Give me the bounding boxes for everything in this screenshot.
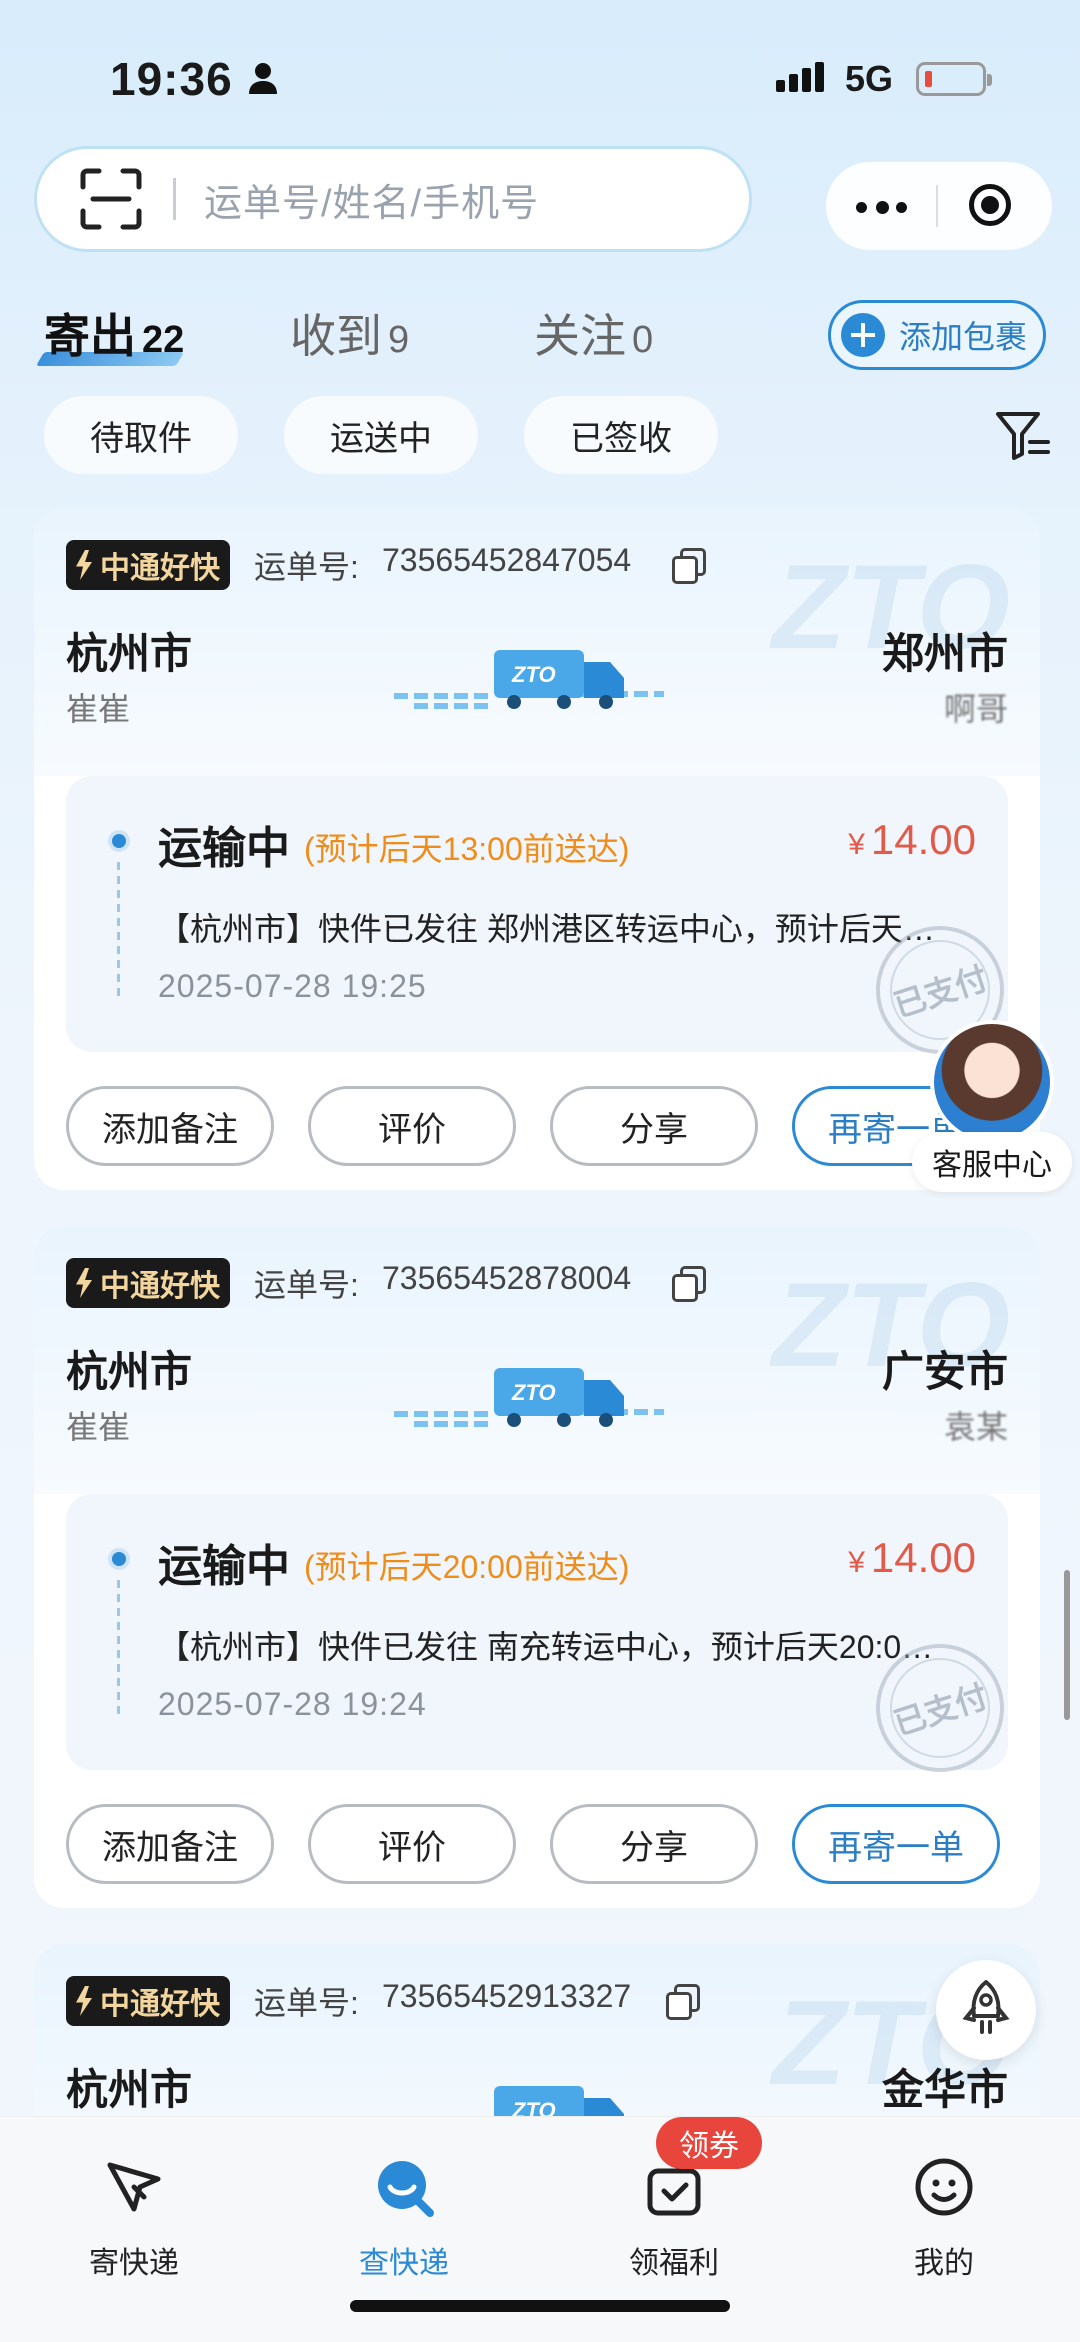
copy-icon[interactable] bbox=[672, 1266, 706, 1302]
share-button[interactable]: 分享 bbox=[550, 1804, 758, 1884]
coupon-badge[interactable]: 领券 bbox=[656, 2117, 762, 2169]
filter-delivered[interactable]: 已签收 bbox=[524, 396, 718, 474]
price: ¥14.00 bbox=[848, 816, 976, 863]
truck-icon: ZTO bbox=[394, 1368, 664, 1427]
send-icon bbox=[107, 2162, 161, 2212]
package-card[interactable]: ZTO 中通好快 运单号: 73565452878004 杭州市 崔崔 ZTO … bbox=[34, 1226, 1040, 1908]
search-package-icon bbox=[378, 2161, 434, 2217]
tab-received[interactable]: 收到 9 bbox=[290, 300, 409, 366]
lightning-icon bbox=[76, 1986, 92, 2016]
lightning-icon bbox=[76, 550, 92, 580]
truck-icon: ZTO bbox=[394, 650, 664, 709]
search-bar[interactable]: 运单号/姓名/手机号 bbox=[34, 146, 752, 252]
add-note-button[interactable]: 添加备注 bbox=[66, 1086, 274, 1166]
package-card[interactable]: ZTO 中通好快 运单号: 73565452847054 杭州市 崔崔 ZTO … bbox=[34, 508, 1040, 1190]
search-divider bbox=[173, 178, 176, 220]
tracking-time: 2025-07-28 19:25 bbox=[158, 968, 427, 1004]
express-badge: 中通好快 bbox=[66, 1258, 230, 1308]
add-package-button[interactable]: 添加包裹 bbox=[828, 300, 1046, 370]
scan-icon[interactable] bbox=[79, 167, 143, 231]
person-icon bbox=[249, 63, 277, 94]
filter-in-transit[interactable]: 运送中 bbox=[284, 396, 478, 474]
svg-text:ZTO: ZTO bbox=[511, 1380, 556, 1405]
scroll-indicator[interactable] bbox=[1064, 1570, 1070, 1720]
sender-name: 崔崔 bbox=[66, 1409, 131, 1445]
shipment-status: 运输中 bbox=[158, 824, 290, 873]
tracking-time: 2025-07-28 19:24 bbox=[158, 1686, 427, 1722]
plus-icon bbox=[841, 313, 885, 357]
tab-sent[interactable]: 寄出 22 bbox=[44, 300, 184, 366]
destination-city: 金华市 bbox=[881, 2066, 1008, 2113]
agent-avatar bbox=[930, 1020, 1054, 1144]
shipment-status: 运输中 bbox=[158, 1542, 290, 1591]
filter-icon[interactable] bbox=[994, 408, 1050, 462]
waybill-label: 运单号: bbox=[254, 1985, 359, 2021]
svg-text:ZTO: ZTO bbox=[511, 2098, 556, 2116]
destination-city: 郑州市 bbox=[881, 630, 1008, 677]
tab-followed[interactable]: 关注 0 bbox=[534, 300, 653, 366]
back-to-top-button[interactable] bbox=[936, 1960, 1036, 2060]
waybill-number: 73565452878004 bbox=[382, 1260, 632, 1296]
tracking-detail[interactable]: 运输中 (预计后天20:00前送达) ¥14.00 【杭州市】快件已发往 南充转… bbox=[66, 1494, 1021, 1789]
origin-city: 杭州市 bbox=[66, 2066, 193, 2113]
signal-icon bbox=[776, 62, 824, 92]
waybill-number: 73565452847054 bbox=[382, 542, 632, 578]
recipient-name: 啊哥 bbox=[943, 691, 1008, 727]
timeline-dot bbox=[108, 830, 130, 852]
filter-pending-pickup[interactable]: 待取件 bbox=[44, 396, 238, 474]
status-filters: 待取件 运送中 已签收 bbox=[44, 396, 718, 474]
home-indicator[interactable] bbox=[350, 2300, 730, 2312]
origin-city: 杭州市 bbox=[66, 1348, 193, 1395]
status-bar: 19:36 5G bbox=[0, 52, 1080, 112]
recipient-name: 袁某 bbox=[943, 1409, 1008, 1445]
nav-send[interactable]: 寄快递 bbox=[44, 2137, 224, 2280]
sender-name: 崔崔 bbox=[66, 691, 131, 727]
eta-text: (预计后天13:00前送达) bbox=[304, 831, 630, 867]
price: ¥14.00 bbox=[848, 1534, 976, 1581]
customer-service-button[interactable]: 客服中心 bbox=[912, 1020, 1072, 1200]
review-button[interactable]: 评价 bbox=[308, 1086, 516, 1166]
review-button[interactable]: 评价 bbox=[308, 1804, 516, 1884]
network-type: 5G bbox=[845, 58, 894, 99]
waybill-label: 运单号: bbox=[254, 549, 359, 585]
nav-track[interactable]: 查快递 bbox=[314, 2137, 494, 2280]
package-card[interactable]: ZTO 中通好快 运单号: 73565452913327 杭州市 ZTO 金华市 bbox=[34, 1944, 1040, 2116]
more-icon[interactable] bbox=[826, 162, 936, 250]
card-actions: 添加备注 评价 分享 再寄一单 bbox=[34, 1052, 1040, 1190]
truck-icon: ZTO bbox=[494, 2086, 624, 2116]
status-time: 19:36 bbox=[110, 53, 233, 105]
battery-icon bbox=[916, 62, 992, 96]
search-input[interactable]: 运单号/姓名/手机号 bbox=[204, 172, 539, 227]
tracking-detail[interactable]: 运输中 (预计后天13:00前送达) ¥14.00 【杭州市】快件已发往 郑州港… bbox=[66, 776, 1021, 1071]
mini-program-capsule bbox=[826, 162, 1052, 250]
lightning-icon bbox=[76, 1268, 92, 1298]
copy-icon[interactable] bbox=[672, 548, 706, 584]
profile-icon bbox=[915, 2158, 973, 2216]
tracking-message: 【杭州市】快件已发往 郑州港区转运中心，预计后天… bbox=[158, 911, 935, 947]
origin-city: 杭州市 bbox=[66, 630, 193, 677]
express-badge: 中通好快 bbox=[66, 1976, 230, 2026]
add-note-button[interactable]: 添加备注 bbox=[66, 1804, 274, 1884]
card-actions: 添加备注 评价 分享 再寄一单 bbox=[34, 1770, 1040, 1908]
eta-text: (预计后天20:00前送达) bbox=[304, 1549, 630, 1585]
customer-service-label: 客服中心 bbox=[912, 1132, 1072, 1192]
express-badge: 中通好快 bbox=[66, 540, 230, 590]
nav-profile[interactable]: 我的 bbox=[854, 2137, 1034, 2280]
destination-city: 广安市 bbox=[881, 1348, 1008, 1395]
resend-button[interactable]: 再寄一单 bbox=[792, 1804, 1000, 1884]
share-button[interactable]: 分享 bbox=[550, 1086, 758, 1166]
svg-text:ZTO: ZTO bbox=[511, 662, 556, 687]
tracking-message: 【杭州市】快件已发往 南充转运中心，预计后天20:0… bbox=[158, 1629, 934, 1665]
close-target-icon[interactable] bbox=[938, 162, 1050, 250]
waybill-label: 运单号: bbox=[254, 1267, 359, 1303]
rocket-icon bbox=[962, 1980, 1010, 2034]
timeline-dot bbox=[108, 1548, 130, 1570]
waybill-number: 73565452913327 bbox=[382, 1978, 632, 2014]
copy-icon[interactable] bbox=[666, 1984, 700, 2020]
